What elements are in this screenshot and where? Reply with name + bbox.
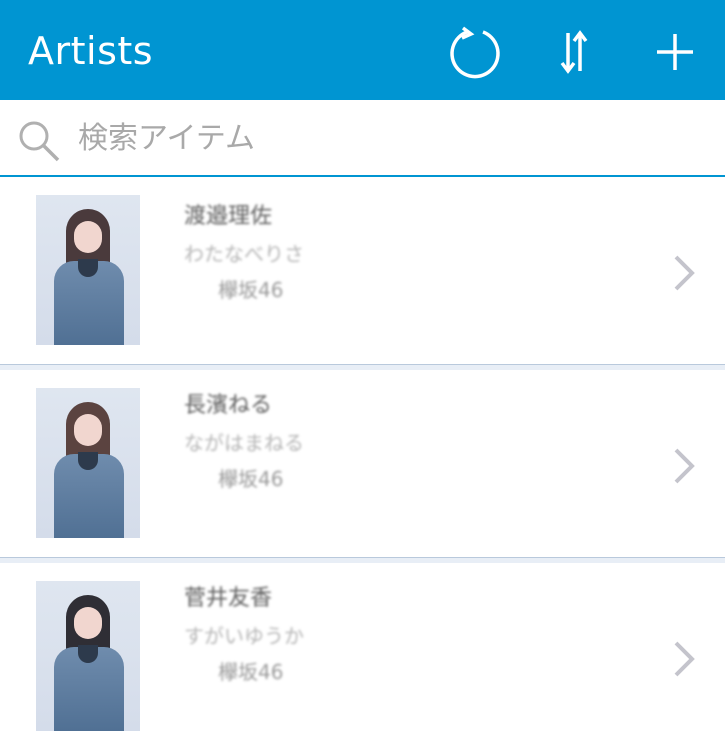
artist-group: 欅坂46 (218, 278, 284, 302)
artist-photo (36, 388, 140, 538)
artist-name: 渡邉理佐 (184, 204, 273, 229)
artist-name: 長濱ねる (184, 393, 273, 418)
page-title: Artists (28, 29, 154, 73)
chevron-right-icon (674, 448, 695, 484)
list-item[interactable]: 渡邉理佐 わたなべりさ 欅坂46 (0, 177, 725, 364)
artist-group: 欅坂46 (218, 467, 284, 491)
refresh-button[interactable] (445, 22, 505, 82)
list-item[interactable]: 菅井友香 すがいゆうか 欅坂46 (0, 563, 725, 749)
artist-list: 渡邉理佐 わたなべりさ 欅坂46 長濱ねる ながはまねる 欅坂46 菅井友香 す… (0, 177, 725, 749)
chevron-right-icon (674, 641, 695, 677)
artist-reading: ながはまねる (184, 431, 304, 455)
refresh-icon (450, 26, 500, 79)
artist-reading: すがいゆうか (184, 624, 304, 648)
artist-reading: わたなべりさ (184, 242, 304, 266)
plus-icon (657, 34, 693, 70)
add-button[interactable] (645, 22, 705, 82)
artist-photo (36, 581, 140, 731)
sort-icon (560, 30, 588, 74)
list-item[interactable]: 長濱ねる ながはまねる 欅坂46 (0, 370, 725, 557)
sort-button[interactable] (544, 22, 604, 82)
chevron-right-icon (674, 255, 695, 291)
search-input[interactable] (78, 118, 678, 158)
artists-screen: Artists 検索アイテム 渡邉理佐 わたなべりさ 欅坂46 長濱ねる ながは… (0, 0, 725, 749)
artist-group: 欅坂46 (218, 660, 284, 684)
search-bar (0, 100, 725, 177)
search-icon (19, 121, 60, 162)
app-header: Artists (0, 0, 725, 100)
artist-name: 菅井友香 (184, 586, 273, 611)
artist-photo (36, 195, 140, 345)
